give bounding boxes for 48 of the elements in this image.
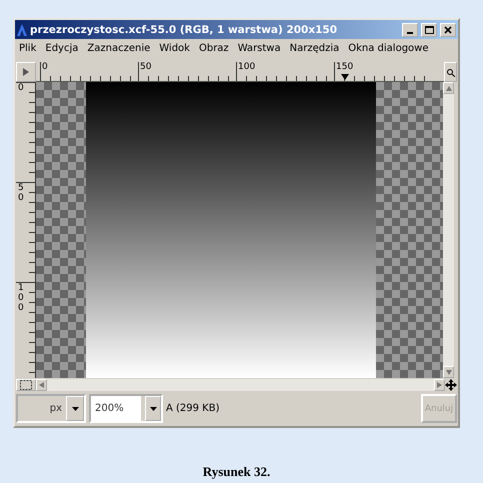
- close-button[interactable]: [440, 22, 456, 36]
- dropdown-button[interactable]: [66, 396, 84, 421]
- figure-caption: Rysunek 32.: [202, 464, 270, 479]
- ruler-label: 100: [18, 284, 25, 314]
- scroll-down-button[interactable]: [443, 366, 454, 378]
- scroll-left-button[interactable]: [36, 379, 47, 391]
- ruler-label: 0: [18, 84, 25, 94]
- scroll-up-button[interactable]: [443, 82, 454, 94]
- navigate-icon[interactable]: [445, 379, 457, 391]
- zoom-field[interactable]: 200%: [91, 396, 141, 421]
- dropdown-button[interactable]: [145, 396, 161, 421]
- menu-item[interactable]: Narzędzia: [290, 43, 340, 54]
- pointer-marker-icon: [341, 74, 349, 80]
- window-title: przezroczystosc.xcf-55.0 (RGB, 1 warstwa) 200x150: [30, 24, 338, 36]
- menu-item[interactable]: Edycja: [45, 43, 78, 54]
- ruler-label: 50: [140, 62, 152, 72]
- scroll-right-button[interactable]: [434, 379, 445, 391]
- down-arrow-icon: [446, 370, 452, 374]
- ruler-label: 0: [42, 62, 48, 72]
- ruler-label: 100: [238, 62, 256, 72]
- left-arrow-icon: [39, 382, 44, 388]
- menu-item[interactable]: Okna dialogowe: [348, 43, 429, 54]
- menu-item[interactable]: Obraz: [198, 43, 229, 54]
- unit-selector[interactable]: px: [16, 394, 86, 423]
- menu-arrow-button[interactable]: [16, 62, 36, 82]
- menu-item[interactable]: Widok: [159, 43, 190, 54]
- right-arrow-icon: [437, 382, 442, 388]
- right-arrow-icon: [23, 68, 29, 76]
- zoom-icon[interactable]: [444, 62, 457, 82]
- minimize-button[interactable]: [402, 22, 418, 36]
- maximize-button[interactable]: [421, 22, 437, 36]
- up-arrow-icon: [446, 86, 452, 90]
- ruler-label: 50: [18, 184, 25, 204]
- close-icon: [444, 26, 452, 34]
- vertical-scrollbar[interactable]: [443, 82, 454, 378]
- menu-item[interactable]: Zaznaczenie: [87, 43, 150, 54]
- caret-icon: [72, 406, 78, 410]
- horizontal-scrollbar[interactable]: [36, 379, 445, 391]
- status-text: A (299 KB): [166, 402, 221, 416]
- ruler-label: 150: [336, 62, 354, 72]
- minimize-icon: [407, 32, 413, 34]
- app-icon: [17, 24, 27, 36]
- quick-mask-button[interactable]: [16, 379, 36, 391]
- menu-item[interactable]: Warstwa: [238, 43, 281, 54]
- maximize-icon: [424, 26, 434, 34]
- caret-icon: [150, 406, 156, 410]
- menu-item[interactable]: Plik: [19, 43, 36, 54]
- zoom-combo[interactable]: 200%: [89, 394, 163, 423]
